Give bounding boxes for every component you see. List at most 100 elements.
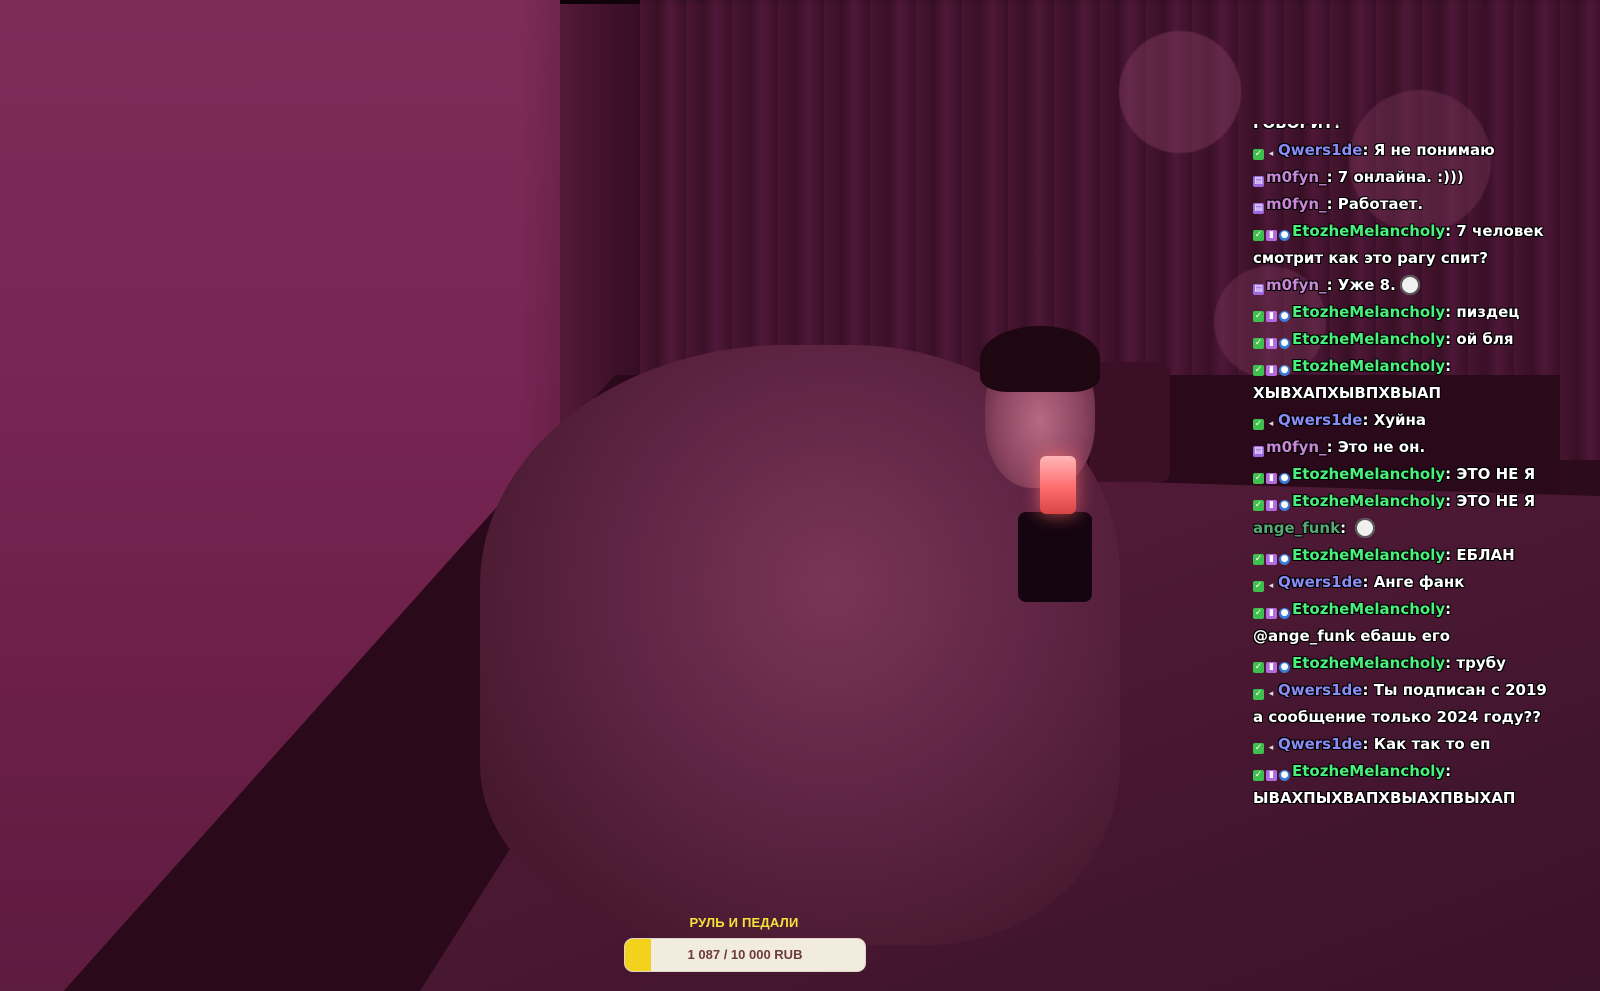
chat-text: пиздец (1456, 303, 1520, 321)
chat-username[interactable]: EtozheMelancholy (1292, 357, 1445, 375)
vip-icon: ● (1279, 608, 1290, 619)
chat-separator: : (1326, 438, 1338, 456)
chat-message: ▤ m0fyn_: Работает. (1253, 191, 1553, 218)
chat-text: Я не понимаю (1373, 141, 1495, 159)
chat-username[interactable]: EtozheMelancholy (1292, 546, 1445, 564)
chat-username[interactable]: EtozheMelancholy (1292, 762, 1445, 780)
chat-username[interactable]: Qwers1de (1278, 681, 1362, 699)
chat-separator: : (1445, 303, 1457, 321)
sound-icon: ◂ (1268, 581, 1274, 591)
check-icon: ✓ (1253, 743, 1264, 754)
sub-icon: ▮ (1266, 338, 1277, 349)
chat-text: ГОВОРИТ? (1253, 124, 1342, 132)
chat-text: @ange_funk ебашь его (1253, 627, 1451, 645)
chat-username[interactable]: EtozheMelancholy (1292, 330, 1445, 348)
chat-username[interactable]: m0fyn_ (1266, 276, 1327, 294)
check-icon: ✓ (1253, 770, 1264, 781)
chat-message: ✓ ◂ Qwers1de: Я не понимаю (1253, 137, 1553, 164)
check-icon: ✓ (1253, 662, 1264, 673)
chat-username[interactable]: ange_funk (1253, 519, 1340, 537)
chat-username[interactable]: EtozheMelancholy (1292, 465, 1445, 483)
vip-icon: ● (1279, 770, 1290, 781)
mod-icon: ▤ (1253, 176, 1264, 187)
chat-separator: : (1445, 654, 1457, 672)
vip-icon: ● (1279, 554, 1290, 565)
check-icon: ✓ (1253, 365, 1264, 376)
chat-message: ✓ ▮ ● EtozheMelancholy: ой бля (1253, 326, 1553, 353)
chat-separator: : (1362, 141, 1374, 159)
check-icon: ✓ (1253, 149, 1264, 160)
chat-separator: : (1445, 222, 1457, 240)
chat-separator: : (1326, 276, 1338, 294)
check-icon: ✓ (1253, 473, 1264, 484)
chat-username[interactable]: EtozheMelancholy (1292, 492, 1445, 510)
chat-text: трубу (1456, 654, 1506, 672)
check-icon: ✓ (1253, 419, 1264, 430)
chat-text: ЫВАХПЫХВАПХВЫАХПВЫХАП (1253, 789, 1516, 807)
sound-icon: ◂ (1268, 419, 1274, 429)
sub-icon: ▮ (1266, 500, 1277, 511)
pillow (1090, 362, 1170, 482)
chat-message: ✓ ◂ Qwers1de: Хуйна (1253, 407, 1553, 434)
sub-icon: ▮ (1266, 473, 1277, 484)
goal-progress-bar: 1 087 / 10 000 RUB (624, 938, 866, 972)
chat-separator: : (1445, 357, 1452, 375)
chat-username[interactable]: Qwers1de (1278, 573, 1362, 591)
chat-text: Работает. (1337, 195, 1424, 213)
chat-message: ✓ ▮ ● EtozheMelancholy: ЕБЛАН (1253, 542, 1553, 569)
chat-separator: : (1362, 411, 1374, 429)
chat-username[interactable]: EtozheMelancholy (1292, 600, 1445, 618)
chat-message: ✓ ▮ ● EtozheMelancholy: ЭТО НЕ Я (1253, 461, 1553, 488)
chat-message: ✓ ▮ ● EtozheMelancholy: 7 человек смотрит к… (1253, 218, 1553, 272)
sound-icon: ◂ (1268, 743, 1274, 753)
microphone-stand (1018, 512, 1092, 602)
sound-icon: ◂ (1268, 149, 1274, 159)
vip-icon: ● (1279, 338, 1290, 349)
chat-separator: : (1445, 492, 1457, 510)
chat-message: ✓ ◂ Qwers1de: Как так то еп (1253, 731, 1553, 758)
chat-username[interactable]: m0fyn_ (1266, 195, 1327, 213)
sub-icon: ▮ (1266, 554, 1277, 565)
chat-username[interactable]: EtozheMelancholy (1292, 654, 1445, 672)
chat-message: ✓ ▮ ● EtozheMelancholy: ЭТО НЕ Я (1253, 488, 1553, 515)
chat-separator: : (1362, 735, 1374, 753)
chat-separator: : (1340, 519, 1352, 537)
chat-username[interactable]: m0fyn_ (1266, 438, 1327, 456)
check-icon: ✓ (1253, 338, 1264, 349)
chat-message: ▤ m0fyn_: Уже 8. (1253, 272, 1553, 299)
streamer-hair-headphones (980, 326, 1100, 392)
vip-icon: ● (1279, 473, 1290, 484)
check-icon: ✓ (1253, 581, 1264, 592)
chat-message: ✓ ◂ Qwers1de: Анге фанк (1253, 569, 1553, 596)
mod-icon: ▤ (1253, 284, 1264, 295)
chat-separator: : (1445, 762, 1452, 780)
microphone-light (1040, 456, 1076, 514)
chat-username[interactable]: Qwers1de (1278, 141, 1362, 159)
chat-text: Как так то еп (1373, 735, 1491, 753)
chat-message: ✓ ▮ ● EtozheMelancholy: ЫВАХПЫХВАПХВЫАХПВЫХ… (1253, 758, 1553, 812)
chat-message: ✓ ▮ ● EtozheMelancholy: трубу (1253, 650, 1553, 677)
chat-text: Анге фанк (1373, 573, 1465, 591)
chat-username[interactable]: EtozheMelancholy (1292, 303, 1445, 321)
chat-username[interactable]: EtozheMelancholy (1292, 222, 1445, 240)
goal-title: РУЛЬ И ПЕДАЛИ (689, 915, 799, 930)
sub-icon: ▮ (1266, 365, 1277, 376)
sub-icon: ▮ (1266, 662, 1277, 673)
chat-text: Хуйна (1373, 411, 1427, 429)
chat-message: ✓ ▮ ● EtozheMelancholy: @ange_funk ебашь ег… (1253, 596, 1553, 650)
chat-separator: : (1445, 330, 1457, 348)
chat-username[interactable]: Qwers1de (1278, 411, 1362, 429)
mod-icon: ▤ (1253, 203, 1264, 214)
skull-emote (1399, 275, 1420, 295)
sub-icon: ▮ (1266, 608, 1277, 619)
sub-icon: ▮ (1266, 770, 1277, 781)
chat-separator: : (1445, 600, 1452, 618)
chat-text: Это не он. (1337, 438, 1426, 456)
chat-message: ✓ ▮ ● EtozheMelancholy: ХЫВХАПХЫВПХВЫАП (1253, 353, 1553, 407)
vip-icon: ● (1279, 500, 1290, 511)
chat-username[interactable]: m0fyn_ (1266, 168, 1327, 186)
chat-text: ХЫВХАПХЫВПХВЫАП (1253, 384, 1442, 402)
chat-username[interactable]: Qwers1de (1278, 735, 1362, 753)
chat-text: Уже 8. (1337, 276, 1396, 294)
chat-separator: : (1362, 573, 1374, 591)
